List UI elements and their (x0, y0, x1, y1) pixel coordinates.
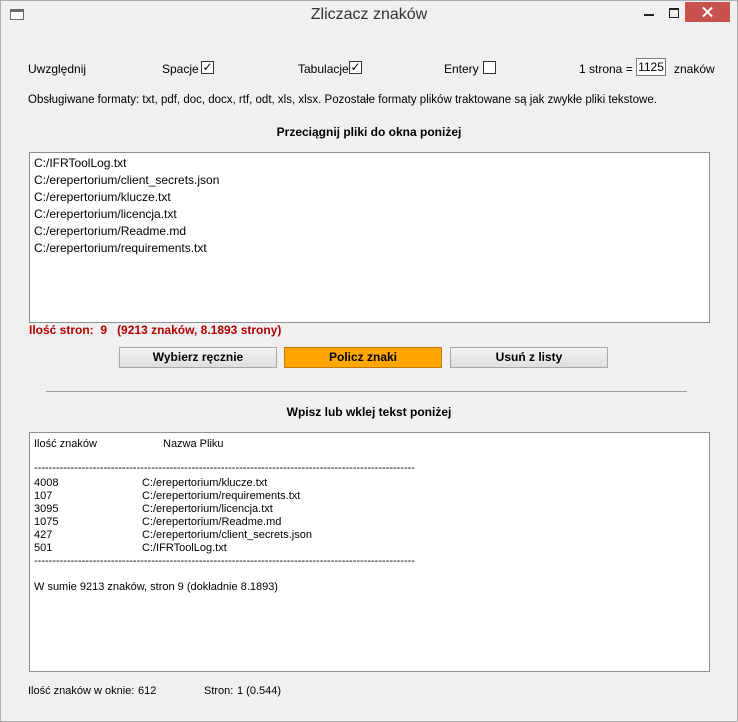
row-file: C:/erepertorium/requirements.txt (142, 490, 301, 502)
spaces-label: Spacje (162, 62, 199, 76)
list-item[interactable]: C:/erepertorium/Readme.md (34, 223, 705, 240)
choose-files-button[interactable]: Wybierz ręcznie (119, 347, 277, 368)
row-file: C:/erepertorium/licencja.txt (142, 503, 273, 515)
list-item[interactable]: C:/erepertorium/klucze.txt (34, 189, 705, 206)
status-pages-label: Stron: (204, 685, 234, 697)
spaces-checkbox[interactable]: ✓ (201, 60, 214, 74)
tabs-checkbox[interactable]: ✓ (349, 60, 362, 74)
file-drop-list[interactable]: C:/IFRToolLog.txt C:/erepertorium/client… (29, 152, 710, 323)
list-item[interactable]: C:/erepertorium/requirements.txt (34, 240, 705, 257)
row-file: C:/erepertorium/klucze.txt (142, 477, 268, 489)
row-count: 427 (34, 529, 53, 541)
tabs-label: Tabulacje (298, 62, 349, 76)
drop-heading: Przeciągnij pliki do okna poniżej (276, 125, 462, 139)
list-item[interactable]: C:/erepertorium/licencja.txt (34, 206, 705, 223)
enters-label: Entery (444, 62, 479, 76)
result-detail: (9213 znaków, 8.1893 strony) (117, 323, 282, 337)
col-file-header: Nazwa Pliku (163, 438, 224, 450)
row-count: 501 (34, 542, 53, 554)
text-heading: Wpisz lub wklej tekst poniżej (286, 405, 452, 419)
row-count: 107 (34, 490, 53, 502)
page-size-prefix: 1 strona = (579, 62, 633, 76)
row-count: 1075 (34, 516, 59, 528)
maximize-icon[interactable] (660, 3, 688, 23)
count-button[interactable]: Policz znaki (284, 347, 442, 368)
divider (46, 391, 687, 392)
title-bar: Zliczacz znaków (1, 1, 737, 31)
result-line: Ilość stron: 9 (9213 znaków, 8.1893 stro… (29, 323, 281, 337)
checkmark-icon: ✓ (350, 60, 361, 74)
row-file: C:/erepertorium/Readme.md (142, 516, 282, 528)
separator: ----------------------------------------… (34, 462, 415, 474)
remove-from-list-button[interactable]: Usuń z listy (450, 347, 608, 368)
minimize-icon[interactable] (635, 3, 663, 23)
enters-checkbox[interactable] (483, 61, 496, 74)
text-input-area[interactable]: Ilość znaków Nazwa Pliku ---------------… (29, 432, 710, 672)
checkmark-icon: ✓ (202, 60, 213, 74)
row-count: 4008 (34, 477, 59, 489)
result-pages: 9 (100, 323, 108, 337)
col-count-header: Ilość znaków (34, 438, 97, 450)
app-window: Zliczacz znaków Uwzględnij Spacje ✓ Tabu… (0, 0, 738, 722)
status-chars-value: 612 (138, 685, 157, 697)
separator: ----------------------------------------… (34, 555, 415, 567)
page-size-input[interactable]: 1125 (636, 58, 666, 76)
formats-note: Obsługiwane formaty: txt, pdf, doc, docx… (28, 94, 657, 106)
window-title: Zliczacz znaków (310, 6, 428, 23)
list-item[interactable]: C:/erepertorium/client_secrets.json (34, 172, 705, 189)
close-icon[interactable] (685, 2, 730, 22)
page-size-suffix: znaków (674, 62, 715, 76)
row-file: C:/erepertorium/client_secrets.json (142, 529, 312, 541)
status-chars-label: Ilość znaków w oknie: (28, 685, 135, 697)
row-count: 3095 (34, 503, 59, 515)
row-file: C:/IFRToolLog.txt (142, 542, 227, 554)
include-label: Uwzględnij (28, 62, 87, 76)
result-label: Ilość stron: (29, 323, 94, 337)
summary-line: W sumie 9213 znaków, stron 9 (dokładnie … (34, 581, 278, 593)
list-item[interactable]: C:/IFRToolLog.txt (34, 155, 705, 172)
status-pages-value: 1 (0.544) (237, 685, 282, 697)
